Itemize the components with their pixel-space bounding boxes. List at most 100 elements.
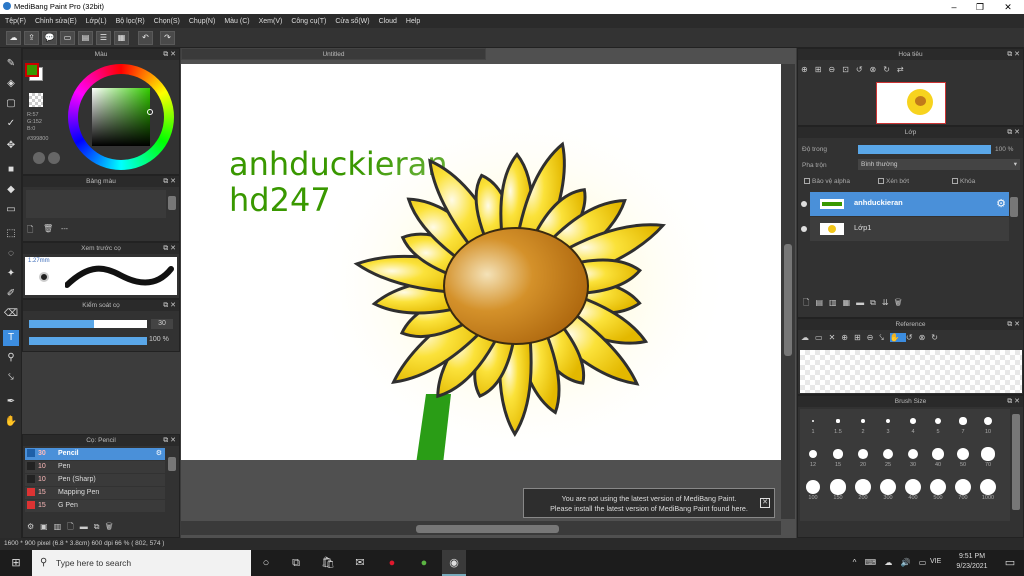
navigator-thumbnail[interactable]: [876, 82, 946, 124]
opera-icon[interactable]: ●: [380, 550, 404, 576]
brush-settings-icon[interactable]: ⚙: [27, 522, 40, 531]
horizontal-scroll-thumb[interactable]: [416, 525, 559, 533]
brush-icon[interactable]: ✎: [3, 56, 19, 72]
list-icon[interactable]: ☰: [96, 31, 111, 45]
brush-size-cell[interactable]: 15: [827, 446, 849, 476]
brush-size-cell[interactable]: 50: [952, 446, 974, 476]
color-square[interactable]: [92, 88, 150, 146]
brush-size-cell[interactable]: 3: [877, 413, 899, 443]
taskbar-clock[interactable]: 9:51 PM 9/23/2021: [952, 552, 992, 572]
brush-size-slider[interactable]: [29, 320, 147, 328]
open-ref-icon[interactable]: ▭: [815, 333, 829, 342]
palette-scrollbar[interactable]: [168, 196, 176, 210]
system-tray-icons[interactable]: ^ ⌨ ☁ 🔊 ▭: [846, 550, 936, 576]
menu-edit[interactable]: Chỉnh sửa(E): [35, 18, 77, 25]
lasso-icon[interactable]: ◌: [3, 246, 19, 262]
select-eraser-icon[interactable]: ⌫: [3, 306, 19, 322]
layer-visibility-icon[interactable]: [801, 226, 807, 232]
brush-size-cell[interactable]: 1: [802, 413, 824, 443]
brush-size-cell[interactable]: 700: [952, 479, 974, 509]
brush-size-cell[interactable]: 1.5: [827, 413, 849, 443]
mail-icon[interactable]: ✉: [348, 550, 372, 576]
store-icon[interactable]: 🛍: [316, 550, 340, 576]
new-halftone-layer-icon[interactable]: ▤: [815, 298, 829, 307]
bucket-icon[interactable]: ◆: [3, 182, 19, 198]
delete-brush-icon[interactable]: 🗑: [105, 522, 118, 531]
pen-icon[interactable]: ✒: [3, 394, 19, 410]
message-icon[interactable]: ▭: [60, 31, 75, 45]
eraser-icon[interactable]: ◈: [3, 76, 19, 92]
brush-size-cell[interactable]: 70: [977, 446, 999, 476]
merge-layer-icon[interactable]: ⇊: [882, 298, 895, 307]
color-mode-icon[interactable]: [33, 152, 45, 164]
vertical-scroll-thumb[interactable]: [784, 244, 792, 356]
menu-view[interactable]: Xem(V): [259, 18, 283, 25]
task-view-icon[interactable]: ⧉: [284, 550, 308, 576]
blend-mode-select[interactable]: Bình thường ▾: [858, 159, 1020, 170]
new-layer-icon[interactable]: 🗋: [803, 298, 815, 307]
panel-icon[interactable]: ▤: [78, 31, 93, 45]
notification-close-icon[interactable]: ✕: [760, 498, 770, 508]
menu-snap[interactable]: Chụp(N): [189, 18, 215, 25]
grid-icon[interactable]: ▦: [114, 31, 129, 45]
panel-buttons[interactable]: ⧉ ✕: [163, 49, 176, 60]
menu-layer[interactable]: Lớp(L): [86, 18, 107, 25]
rotate-right-icon[interactable]: ↻: [883, 65, 897, 74]
browser-icon[interactable]: ●: [412, 550, 436, 576]
brush-size-cell[interactable]: 200: [852, 479, 874, 509]
layer-row-base[interactable]: Lớp1: [810, 217, 1009, 241]
add-palette-icon[interactable]: 🗋: [27, 224, 33, 238]
brush-size-cell[interactable]: 25: [877, 446, 899, 476]
text-icon[interactable]: T: [3, 330, 19, 346]
brush-size-cell[interactable]: 7: [952, 413, 974, 443]
update-notification[interactable]: You are not using the latest version of …: [523, 488, 775, 518]
brush-gear-icon[interactable]: ⚙: [156, 448, 162, 460]
brush-size-cell[interactable]: 400: [902, 479, 924, 509]
zoom-in-icon[interactable]: ⊕: [801, 65, 815, 74]
zoom-fit-icon[interactable]: ⊞: [815, 65, 829, 74]
layer-folder-icon[interactable]: ▬: [856, 298, 870, 307]
medibang-taskbar-icon[interactable]: ◉: [442, 550, 466, 576]
brush-size-cell[interactable]: 100: [802, 479, 824, 509]
eyedropper-icon[interactable]: ⤥: [3, 370, 19, 386]
brush-size-cell[interactable]: 4: [902, 413, 924, 443]
operation-icon[interactable]: ⚲: [3, 350, 19, 366]
cloud-ref-icon[interactable]: ☁: [801, 333, 815, 342]
cortana-icon[interactable]: ○: [254, 550, 278, 576]
color-wheel[interactable]: [68, 64, 174, 170]
close-ref-icon[interactable]: ✕: [829, 333, 842, 342]
hand-icon[interactable]: ✋: [3, 414, 19, 430]
ref-zoom-in-icon[interactable]: ⊕: [841, 333, 854, 342]
brush-list-item[interactable]: 15 Mapping Pen: [25, 487, 165, 499]
menu-help[interactable]: Help: [406, 18, 420, 25]
delete-layer-icon[interactable]: 🗑: [895, 298, 908, 307]
select-rect-icon[interactable]: ▢: [3, 96, 19, 112]
upload-icon[interactable]: ⇪: [24, 31, 39, 45]
brush-opacity-slider[interactable]: [29, 337, 147, 345]
taskbar-search-box[interactable]: ⚲ Type here to search: [32, 550, 251, 576]
fill-rect-icon[interactable]: ■: [3, 162, 19, 178]
brush-size-cell[interactable]: 500: [927, 479, 949, 509]
brush-size-cell[interactable]: 2: [852, 413, 874, 443]
rotate-left-icon[interactable]: ↺: [856, 65, 870, 74]
brush-size-scrollbar[interactable]: [1012, 414, 1020, 510]
ref-zoom-out-icon[interactable]: ⊖: [867, 333, 880, 342]
brush-list-scrollbar[interactable]: [168, 457, 176, 471]
folder-icon[interactable]: ▣: [40, 522, 54, 531]
menu-cloud[interactable]: Cloud: [379, 18, 397, 25]
brush-size-cell[interactable]: 5: [927, 413, 949, 443]
drawing-canvas[interactable]: anhduckieran hd247: [181, 64, 781, 460]
document-tab[interactable]: Untitled: [181, 48, 486, 60]
ref-rotate-reset-icon[interactable]: ⊗: [919, 333, 932, 342]
ref-hand-icon[interactable]: ✋: [889, 333, 906, 342]
brush-size-value[interactable]: 30: [151, 319, 173, 329]
maximize-button[interactable]: ❐: [966, 0, 994, 14]
menu-select[interactable]: Chọn(S): [154, 18, 180, 25]
menu-file[interactable]: Tệp(F): [5, 18, 26, 25]
brush-list-item[interactable]: 10 Pen (Sharp): [25, 474, 165, 486]
brush-list-item[interactable]: 10 Pen: [25, 461, 165, 473]
undo-icon[interactable]: ↶: [138, 31, 153, 45]
duplicate-layer-icon[interactable]: ⧉: [870, 298, 882, 307]
ref-eyedropper-icon[interactable]: ⤥: [879, 333, 890, 342]
new-layer-menu-icon[interactable]: ▦: [843, 298, 857, 307]
